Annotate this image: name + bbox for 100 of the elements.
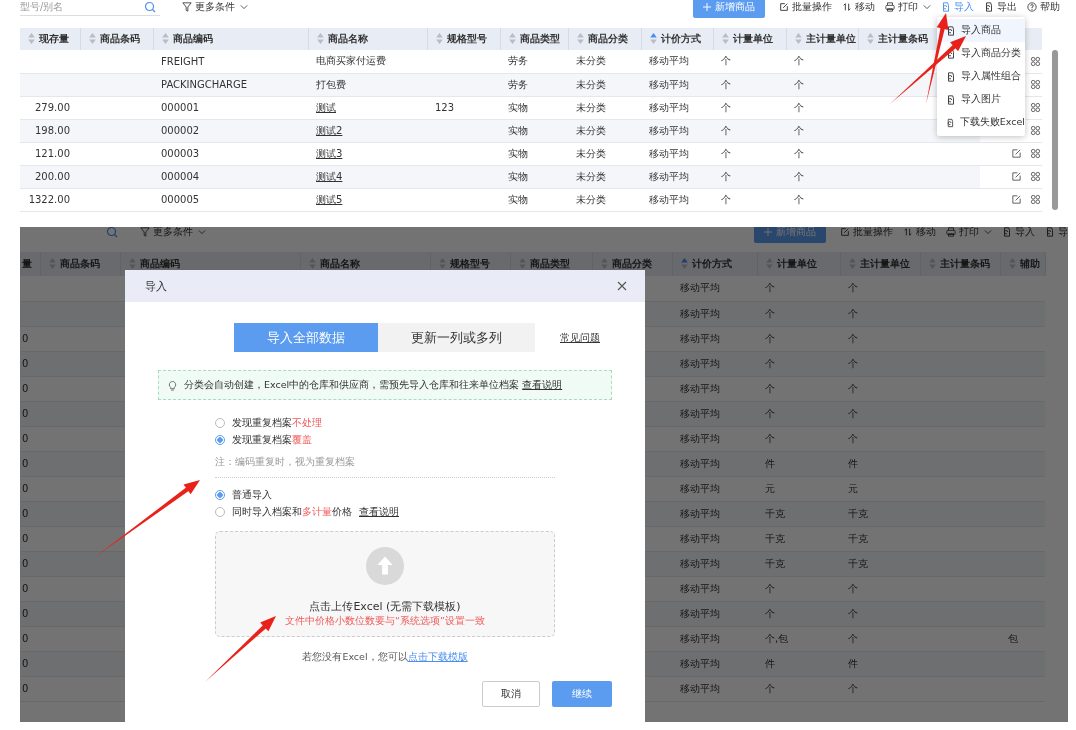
- menu-item[interactable]: 导入商品: [937, 19, 1025, 42]
- table-cell: 个: [721, 78, 731, 90]
- help-link[interactable]: 查看说明: [522, 378, 563, 390]
- table-cell: 个: [765, 357, 775, 369]
- table-cell: 个: [848, 632, 858, 644]
- table-cell: 0: [22, 383, 29, 394]
- table-cell: 件: [765, 657, 775, 669]
- table-cell: 未分类: [576, 124, 606, 136]
- column-header[interactable]: 商品编码: [172, 31, 213, 46]
- table-cell: 元: [765, 482, 775, 494]
- table-cell: 千克: [848, 532, 868, 544]
- table-cell: 移动平均: [680, 457, 720, 469]
- menu-item[interactable]: 下载失败Excel: [937, 111, 1025, 134]
- table-cell: 千克: [765, 507, 785, 519]
- product-link[interactable]: 测试: [316, 101, 336, 113]
- table-cell: 包: [1008, 632, 1018, 644]
- table-cell: 个: [765, 307, 775, 319]
- table-cell: 个: [721, 147, 731, 159]
- toolbar-button[interactable]: 打印: [885, 0, 931, 14]
- table-cell: 千克: [765, 532, 785, 544]
- table-cell: 0: [22, 433, 29, 444]
- filter-button[interactable]: 更多条件: [182, 0, 248, 14]
- table-cell: 个: [794, 78, 804, 90]
- table-cell: 移动平均: [680, 532, 720, 544]
- toolbar-button[interactable]: 导出: [984, 0, 1017, 14]
- radio-option[interactable]: 普通导入: [215, 488, 555, 502]
- product-link[interactable]: 测试5: [316, 193, 343, 205]
- table-cell: 元: [848, 482, 858, 494]
- table-cell: 0: [22, 533, 29, 544]
- product-link[interactable]: 测试4: [316, 170, 343, 182]
- table-cell: 移动平均: [680, 632, 720, 644]
- product-link[interactable]: 测试3: [316, 147, 343, 159]
- option-label: 同时导入档案和多计量价格: [232, 505, 352, 519]
- table-cell: 千克: [765, 557, 785, 569]
- table-cell: 个: [765, 332, 775, 344]
- table-cell: 279.00: [35, 102, 70, 113]
- table-cell: 个: [765, 682, 775, 694]
- table-cell: 移动平均: [680, 507, 720, 519]
- table-cell: 个: [794, 170, 804, 182]
- table-cell: 移动平均: [680, 607, 720, 619]
- table-cell: 0: [22, 558, 29, 569]
- table-cell: 劳务: [508, 78, 528, 90]
- toolbar-button[interactable]: 导: [1045, 227, 1068, 239]
- table-cell: 个: [848, 607, 858, 619]
- table-cell: 实物: [508, 101, 528, 113]
- toolbar-button[interactable]: 帮助: [1027, 0, 1060, 14]
- toolbar-button[interactable]: 批量操作: [779, 0, 832, 14]
- product-link[interactable]: 测试2: [316, 124, 343, 136]
- dialog-title: 导入: [145, 278, 167, 294]
- table-cell: 移动平均: [680, 557, 720, 569]
- faq-link[interactable]: 常见问题: [560, 330, 600, 345]
- table-cell: 移动平均: [680, 657, 720, 669]
- table-cell: 0: [22, 608, 29, 619]
- toolbar-button[interactable]: 移动: [903, 227, 936, 239]
- cancel-button[interactable]: 取消: [482, 681, 540, 707]
- table-cell: 个: [765, 407, 775, 419]
- table-cell: 1322.00: [28, 194, 70, 205]
- table-cell: 0: [22, 508, 29, 519]
- table-cell: 0: [22, 358, 29, 369]
- menu-item[interactable]: 导入属性组合: [937, 65, 1025, 88]
- tab[interactable]: 更新一列或多列: [378, 323, 535, 352]
- table-cell: 实物: [508, 170, 528, 182]
- table-cell: 移动平均: [649, 193, 689, 205]
- table-cell: 移动平均: [680, 332, 720, 344]
- table-cell: 121.00: [35, 148, 70, 159]
- download-link[interactable]: 点击下载模版: [407, 651, 468, 662]
- table-cell: 000003: [161, 148, 200, 159]
- radio-option[interactable]: 发现重复档案覆盖: [215, 433, 555, 447]
- menu-item[interactable]: 导入图片: [937, 88, 1025, 111]
- table-cell: 未分类: [576, 193, 606, 205]
- upload-area[interactable]: 点击上传Excel (无需下载模板) 文件中价格小数位数要与“系统选项”设置一致: [215, 531, 555, 637]
- help-link[interactable]: 查看说明: [359, 505, 399, 519]
- table-cell: 0: [22, 408, 29, 419]
- table-cell: 个: [794, 101, 804, 113]
- toolbar-button[interactable]: 批量操作: [840, 227, 893, 239]
- radio-option[interactable]: 同时导入档案和多计量价格 查看说明: [215, 505, 555, 519]
- table-cell: 件: [848, 657, 858, 669]
- filter-button[interactable]: 更多条件: [140, 227, 206, 239]
- toolbar-button[interactable]: 移动: [842, 0, 875, 14]
- table-cell: 移动平均: [680, 482, 720, 494]
- radio-option[interactable]: 发现重复档案不处理: [215, 416, 555, 430]
- table-cell: 移动平均: [649, 101, 689, 113]
- table-cell: 未分类: [576, 55, 606, 67]
- table-cell: 个: [848, 382, 858, 394]
- table-cell: 实物: [508, 147, 528, 159]
- table-cell: 实物: [508, 124, 528, 136]
- table-cell: 198.00: [35, 125, 70, 136]
- table-cell: 个: [721, 170, 731, 182]
- table-cell: 移动平均: [680, 407, 720, 419]
- table-cell: 个: [848, 682, 858, 694]
- toolbar-button[interactable]: 导入: [1002, 227, 1035, 239]
- table-cell: 个: [794, 124, 804, 136]
- search-field[interactable]: 型号/别名: [20, 0, 160, 16]
- table-cell: 移动平均: [649, 55, 689, 67]
- table-cell: 000004: [161, 171, 200, 182]
- toolbar-button[interactable]: 导入: [941, 0, 974, 14]
- toolbar-button[interactable]: 打印: [946, 227, 992, 239]
- table-cell: 未分类: [576, 78, 606, 90]
- table-cell: 移动平均: [649, 170, 689, 182]
- table-cell: PACKINGCHARGE: [161, 79, 248, 90]
